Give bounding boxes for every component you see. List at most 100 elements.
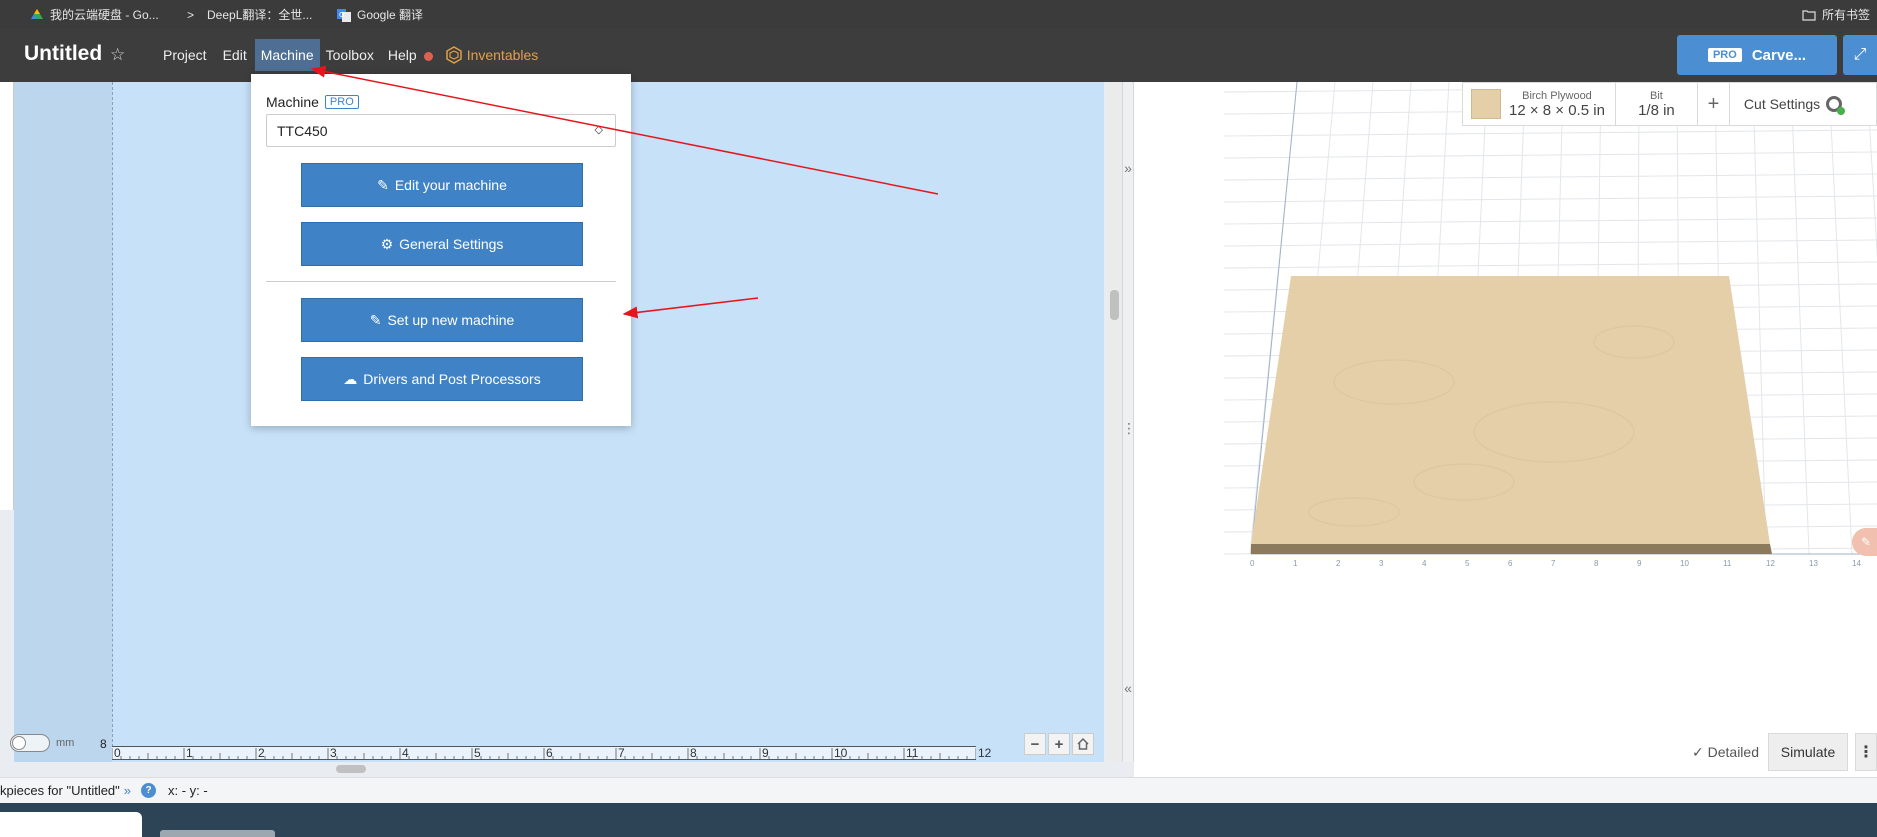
dropdown-divider bbox=[266, 281, 616, 282]
ruler-label: 10 bbox=[834, 746, 848, 760]
bookmark-google-translate[interactable]: G Google 翻译 bbox=[337, 6, 423, 23]
home-icon[interactable] bbox=[1072, 733, 1094, 755]
bookmark-deepl[interactable]: > DeepL翻译：全世... bbox=[187, 6, 312, 23]
expand-icon[interactable]: ⤢ bbox=[1843, 35, 1877, 75]
workpieces-expand-icon[interactable]: » bbox=[124, 783, 131, 798]
project-title[interactable]: Untitled bbox=[24, 42, 102, 66]
grid-line bbox=[1223, 239, 1877, 247]
workpieces-label[interactable]: kpieces for "Untitled" bbox=[0, 783, 120, 798]
ruler-label: 11 bbox=[906, 746, 919, 760]
axis-tick-label: 10 bbox=[1680, 559, 1689, 568]
bookmark-all-bookmarks[interactable]: 所有书签 bbox=[1802, 6, 1870, 23]
unit-label: mm bbox=[56, 737, 75, 749]
expand-left-icon[interactable]: « bbox=[1122, 680, 1134, 696]
axis-tick-label: 1 bbox=[1293, 559, 1298, 568]
grid-line bbox=[1223, 151, 1877, 159]
vertical-ruler-label: 8 bbox=[100, 737, 107, 751]
star-icon[interactable]: ☆ bbox=[110, 45, 125, 65]
chevron-down-icon: ◇ bbox=[594, 124, 603, 136]
pro-badge: PRO bbox=[1707, 48, 1742, 62]
edit-machine-label: Edit your machine bbox=[394, 177, 507, 193]
material-dimensions: 12 × 8 × 0.5 in bbox=[1509, 101, 1605, 119]
machine-select-value: TTC450 bbox=[277, 123, 328, 139]
canvas-guide-line bbox=[112, 82, 113, 747]
menu-project[interactable]: Project bbox=[157, 39, 213, 71]
axis-tick-label: 9 bbox=[1637, 559, 1642, 568]
gear-icon: ⚙ bbox=[380, 235, 394, 252]
status-bar: kpieces for "Untitled" » ? x: - y: - bbox=[0, 777, 1877, 803]
carve-button[interactable]: PRO Carve... bbox=[1677, 35, 1837, 75]
material-selector[interactable]: Birch Plywood 12 × 8 × 0.5 in bbox=[1463, 83, 1616, 125]
material-toolbar: Birch Plywood 12 × 8 × 0.5 in Bit 1/8 in… bbox=[1462, 82, 1877, 126]
bit-label: Bit bbox=[1650, 89, 1663, 102]
general-settings-button[interactable]: ⚙ General Settings bbox=[301, 222, 583, 266]
taskbar-preview-thumbnail[interactable] bbox=[0, 812, 142, 837]
edit-machine-button[interactable]: ✎ Edit your machine bbox=[301, 163, 583, 207]
more-options-icon[interactable]: ⋮ bbox=[1855, 733, 1877, 771]
deepl-icon: > bbox=[187, 7, 195, 22]
simulate-button[interactable]: Simulate bbox=[1768, 733, 1848, 771]
cut-settings-button[interactable]: Cut Settings bbox=[1730, 83, 1852, 125]
menu-machine[interactable]: Machine bbox=[254, 39, 320, 71]
ruler-label: 0 bbox=[114, 746, 121, 760]
inventables-logo-icon bbox=[445, 46, 462, 64]
check-icon: ✓ bbox=[1692, 744, 1704, 760]
zoom-out-icon[interactable]: − bbox=[1024, 733, 1046, 755]
unit-toggle[interactable] bbox=[10, 734, 50, 752]
ruler-label: 5 bbox=[474, 746, 481, 760]
grid-line bbox=[1223, 129, 1877, 137]
axis-tick-label: 2 bbox=[1336, 559, 1341, 568]
add-bit-button[interactable]: + bbox=[1698, 83, 1730, 125]
scrollbar-thumb[interactable] bbox=[1110, 290, 1119, 320]
cursor-coordinates: x: - y: - bbox=[168, 783, 208, 798]
3d-preview[interactable]: 0 1 2 3 4 5 6 7 8 9 10 11 12 13 14 bbox=[1134, 81, 1877, 777]
detailed-label: Detailed bbox=[1707, 744, 1759, 760]
ruler-label: 7 bbox=[618, 746, 625, 760]
grid-line bbox=[1223, 217, 1877, 225]
axis-tick-label: 12 bbox=[1766, 559, 1775, 568]
3d-preview-scene: 0 1 2 3 4 5 6 7 8 9 10 11 12 13 14 bbox=[1223, 81, 1877, 568]
canvas-vertical-scrollbar[interactable] bbox=[1108, 82, 1122, 762]
axis-tick-label: 6 bbox=[1508, 559, 1513, 568]
inventables-label: Inventables bbox=[466, 47, 539, 63]
canvas-margin bbox=[14, 82, 112, 762]
helper-icon[interactable]: ✎ bbox=[1852, 528, 1877, 556]
drivers-post-processors-button[interactable]: ☁ Drivers and Post Processors bbox=[301, 357, 583, 401]
ruler-label: 12 bbox=[978, 746, 992, 760]
bookmark-google-drive[interactable]: 我的云端硬盘 - Go... bbox=[30, 6, 159, 23]
menu-inventables[interactable]: Inventables bbox=[439, 38, 545, 72]
menu-toolbox[interactable]: Toolbox bbox=[320, 39, 380, 71]
axis-tick-label: 5 bbox=[1465, 559, 1470, 568]
cut-settings-label: Cut Settings bbox=[1743, 96, 1821, 112]
axis-tick-label: 4 bbox=[1422, 559, 1427, 568]
axis-tick-label: 13 bbox=[1809, 559, 1818, 568]
folder-icon bbox=[1802, 8, 1816, 22]
zoom-in-icon[interactable]: + bbox=[1048, 733, 1070, 755]
machine-select[interactable]: TTC450 ◇ bbox=[266, 114, 616, 147]
menu-edit[interactable]: Edit bbox=[217, 39, 253, 71]
axis-tick-label: 14 bbox=[1852, 559, 1861, 568]
detailed-toggle[interactable]: ✓ Detailed bbox=[1692, 744, 1759, 761]
machine-pro-badge: PRO bbox=[324, 95, 359, 109]
google-drive-icon bbox=[30, 8, 44, 22]
material-name: Birch Plywood bbox=[1522, 89, 1592, 102]
tool-strip bbox=[0, 82, 14, 510]
taskbar bbox=[0, 803, 1877, 837]
machine-dropdown: Machine PRO TTC450 ◇ ✎ Edit your machine… bbox=[251, 74, 631, 426]
cloud-download-icon: ☁ bbox=[343, 370, 358, 387]
google-translate-icon: G bbox=[337, 8, 351, 22]
menu-help-label: Help bbox=[387, 47, 417, 63]
gear-icon bbox=[1826, 96, 1846, 115]
edit-icon: ✎ bbox=[369, 311, 382, 328]
taskbar-tab[interactable] bbox=[160, 830, 275, 837]
set-up-new-machine-button[interactable]: ✎ Set up new machine bbox=[301, 298, 583, 342]
ruler-label: 1 bbox=[186, 746, 193, 760]
help-icon[interactable]: ? bbox=[141, 783, 157, 798]
drag-handle-icon[interactable]: ⋮ bbox=[1122, 420, 1136, 437]
bit-selector[interactable]: Bit 1/8 in bbox=[1616, 83, 1698, 125]
menu-help[interactable]: Help bbox=[382, 39, 439, 71]
machine-label: Machine bbox=[266, 94, 319, 110]
expand-right-icon[interactable]: » bbox=[1122, 160, 1134, 176]
axis-tick-label: 8 bbox=[1594, 559, 1599, 568]
horizontal-scrollbar-thumb[interactable] bbox=[336, 765, 366, 773]
